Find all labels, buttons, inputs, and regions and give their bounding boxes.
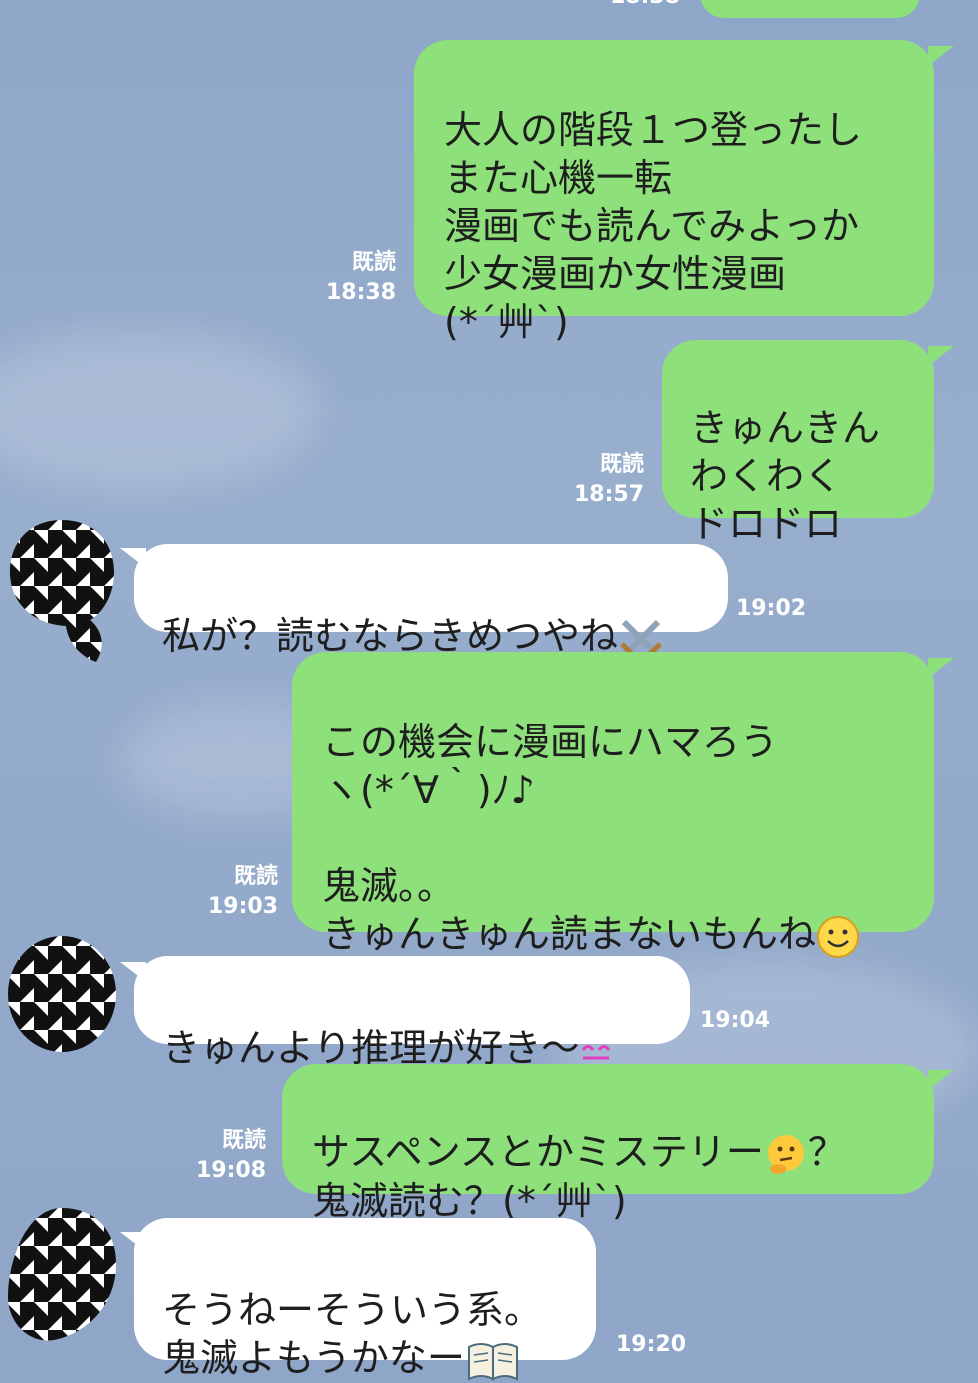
smiley-icon	[817, 915, 860, 958]
message-text: この機会に漫画にハマろう ヽ(*´∀｀)ﾉ♪ 鬼滅。。 きゅんきゅん読まないもん…	[322, 720, 817, 956]
cloud-decoration	[0, 330, 320, 490]
message-time: 19:04	[700, 1008, 771, 1033]
my-message-bubble[interactable]: サスペンスとかミステリー ？ 鬼滅読む？(*´艸`)	[282, 1064, 934, 1223]
message-time: 18:38	[325, 280, 396, 305]
thinking-face-icon	[767, 1134, 804, 1174]
my-message-bubble[interactable]: きゅんきん わくわく ドロドロ	[662, 340, 934, 546]
message-text: 大人の階段１つ登ったし また心機一転 漫画でも読んでみよっか 少女漫画か女性漫画…	[444, 108, 863, 344]
read-receipt: 既読	[221, 1128, 266, 1153]
message-time: 19:02	[736, 596, 807, 621]
contact-message-bubble[interactable]: そうねーそういう系。 鬼滅よもうかなー	[134, 1218, 596, 1381]
message-meta: 既読 18:38	[300, 248, 396, 308]
previous-message-time: 18:38	[600, 0, 680, 12]
contact-message-bubble[interactable]: 私が？読むならきめつやね	[134, 544, 728, 658]
bubble-tail	[928, 658, 954, 678]
contact-avatar[interactable]	[6, 516, 118, 664]
bubble-tail	[928, 46, 954, 66]
previous-message-bubble[interactable]	[700, 0, 920, 18]
read-receipt: 既読	[599, 452, 644, 477]
message-text: サスペンスとかミステリー	[312, 1130, 764, 1174]
message-time: 18:57	[573, 482, 644, 507]
bubble-tail	[928, 1070, 954, 1090]
smile-eyes-icon	[582, 1044, 611, 1059]
my-message-bubble[interactable]: 大人の階段１つ登ったし また心機一転 漫画でも読んでみよっか 少女漫画か女性漫画…	[414, 40, 934, 344]
message-meta: 既読 18:57	[548, 450, 644, 510]
my-message-bubble[interactable]: この機会に漫画にハマろう ヽ(*´∀｀)ﾉ♪ 鬼滅。。 きゅんきゅん読まないもん…	[292, 652, 934, 958]
contact-message-bubble[interactable]: きゅんより推理が好き〜	[134, 956, 690, 1070]
message-meta: 既読 19:03	[182, 862, 278, 922]
message-time: 19:03	[207, 894, 278, 919]
contact-avatar[interactable]	[6, 1204, 118, 1344]
open-book-icon	[467, 1342, 518, 1381]
message-text: きゅんきん わくわく ドロドロ	[690, 406, 881, 546]
message-meta: 既読 19:08	[170, 1126, 266, 1186]
message-time: 19:20	[616, 1332, 687, 1357]
message-time: 19:08	[195, 1158, 266, 1183]
read-receipt: 既読	[351, 250, 396, 275]
bubble-tail	[928, 346, 954, 366]
contact-avatar[interactable]	[6, 932, 118, 1056]
read-receipt: 既読	[233, 864, 278, 889]
